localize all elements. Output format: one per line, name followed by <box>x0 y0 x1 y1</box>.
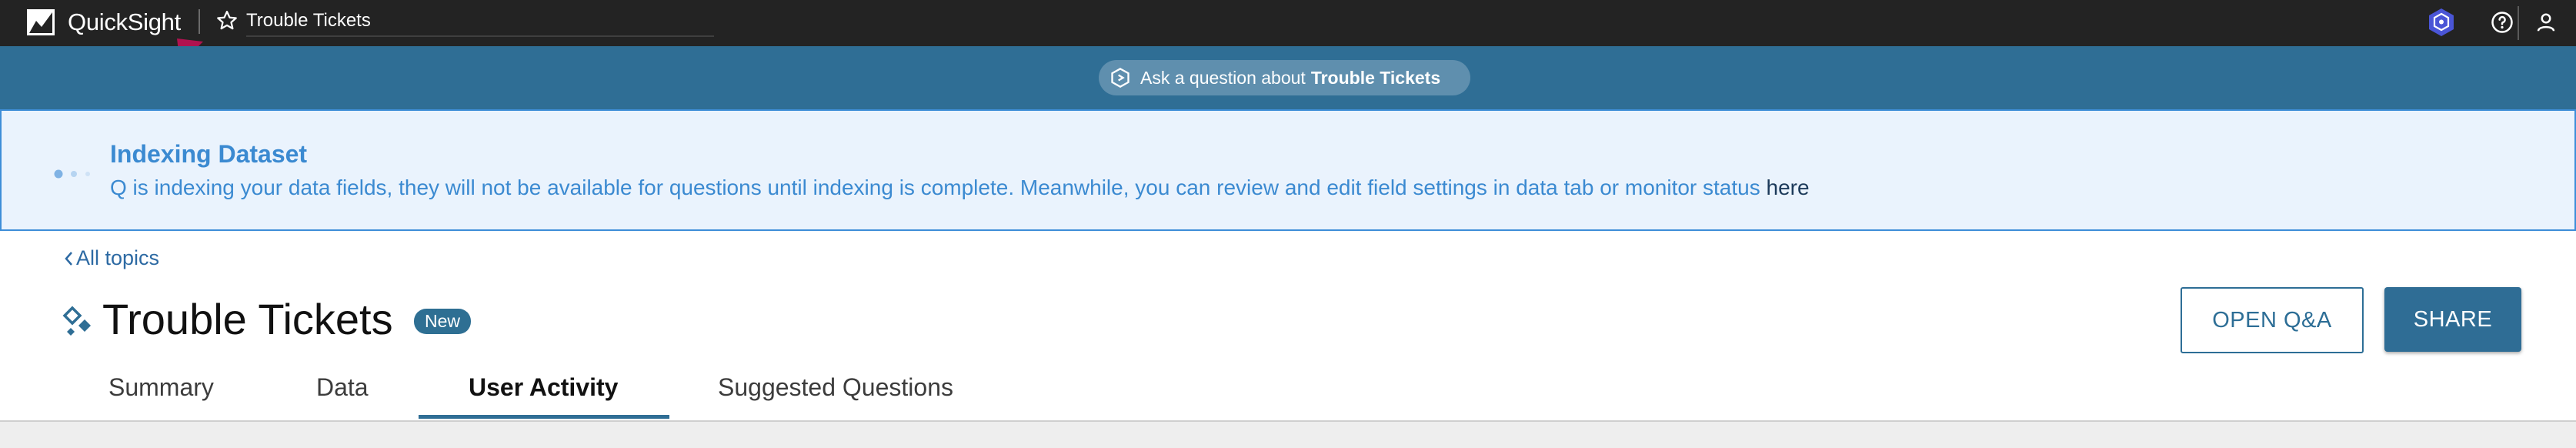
ask-question-button[interactable]: Ask a question about Trouble Tickets <box>1099 60 1470 95</box>
chevron-left-icon <box>65 251 72 266</box>
tab-user-activity[interactable]: User Activity <box>469 369 618 419</box>
page-title: Trouble Tickets <box>102 295 393 343</box>
new-badge: New <box>414 309 472 334</box>
ask-prefix: Ask a question about <box>1140 67 1306 88</box>
brand-name[interactable]: QuickSight <box>68 8 181 36</box>
document-title[interactable]: Trouble Tickets <box>246 10 371 32</box>
open-qa-button[interactable]: OPEN Q&A <box>2181 287 2364 353</box>
all-topics-label: All topics <box>76 246 160 269</box>
tab-data[interactable]: Data <box>316 369 369 419</box>
topic-icon <box>62 306 91 336</box>
banner-text: Q is indexing your data fields, they wil… <box>110 176 1767 199</box>
loading-dots-icon <box>54 169 90 179</box>
user-icon[interactable] <box>2534 11 2558 34</box>
divider <box>2518 6 2519 40</box>
tab-summary[interactable]: Summary <box>108 369 214 419</box>
share-button[interactable]: SHARE <box>2384 287 2521 352</box>
monitor-status-link[interactable]: here <box>1767 176 1810 199</box>
q-badge-icon[interactable] <box>2428 8 2455 37</box>
banner-title: Indexing Dataset <box>110 140 308 168</box>
ask-topic: Trouble Tickets <box>1310 67 1441 88</box>
indexing-banner: Indexing Dataset Q is indexing your data… <box>0 109 2576 231</box>
divider <box>199 9 200 34</box>
banner-message: Q is indexing your data fields, they wil… <box>110 176 1810 200</box>
title-input-underline <box>246 35 714 37</box>
star-icon[interactable] <box>215 9 239 32</box>
tab-suggested-questions[interactable]: Suggested Questions <box>718 369 953 419</box>
help-icon[interactable] <box>2491 11 2514 34</box>
topic-tabs: Summary Data User Activity Suggested Que… <box>0 369 2576 420</box>
top-nav-bar: QuickSight Trouble Tickets <box>0 0 2576 46</box>
q-hexagon-icon <box>1111 67 1130 89</box>
quicksight-logo-icon[interactable] <box>26 8 55 36</box>
all-topics-link[interactable]: All topics <box>63 246 159 270</box>
active-tab-indicator <box>419 415 669 419</box>
content-area <box>0 420 2576 448</box>
